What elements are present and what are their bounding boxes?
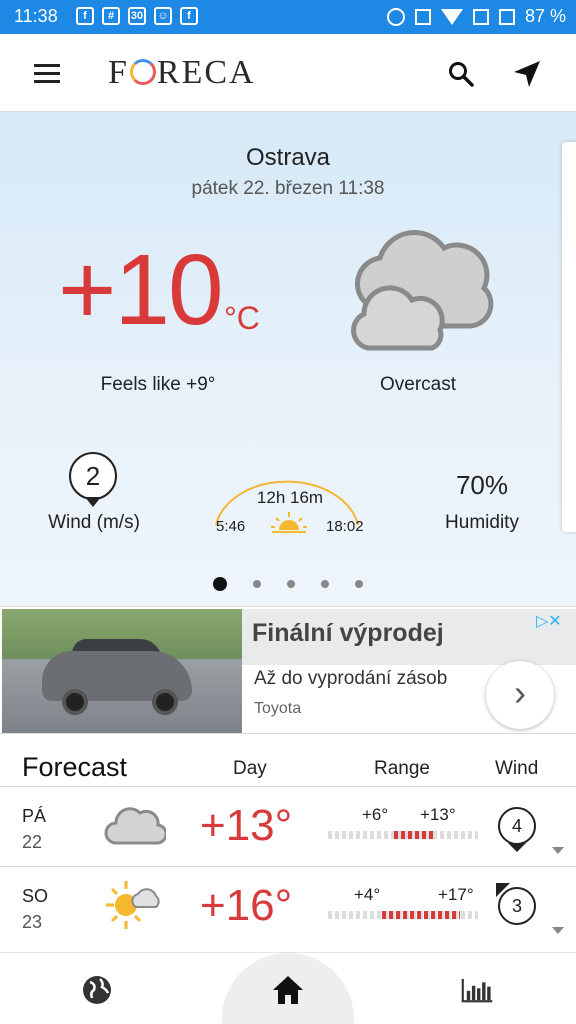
forecast-row[interactable]: PÁ 22 +13° +6° +13° 4 — [0, 786, 576, 866]
adchoices-icon[interactable]: ▷✕ — [536, 611, 562, 631]
range-fill — [382, 911, 460, 919]
nfc-icon — [414, 8, 431, 25]
notification-icons: f # 30 ☺ f — [76, 7, 198, 25]
forecast-title: Forecast — [22, 752, 128, 782]
app-bar: F RECA — [0, 34, 576, 112]
page-dot[interactable] — [321, 580, 329, 588]
overcast-icon — [351, 230, 494, 351]
app-notification-icon: ☺ — [154, 7, 172, 25]
forecast-date: PÁ 22 — [22, 803, 46, 855]
bottom-navigation — [0, 952, 576, 1024]
forecast-low: +6° — [362, 805, 389, 824]
column-day: Day — [233, 758, 267, 779]
ad-brand: Toyota — [254, 700, 302, 717]
current-weather-panel[interactable]: Ostrava pátek 22. březen 11:38 +10 °C Fe… — [0, 112, 576, 606]
slack-icon: # — [102, 7, 120, 25]
next-card-peek[interactable] — [562, 142, 576, 532]
foreca-logo: F RECA — [108, 54, 256, 91]
weekday: PÁ — [22, 806, 47, 826]
temperature-unit: °C — [224, 300, 260, 336]
forecast-temp: +13° — [200, 801, 293, 850]
feels-like: Feels like +9° — [100, 374, 216, 395]
column-wind: Wind — [495, 758, 539, 779]
sunrise-time: 5:46 — [216, 518, 246, 535]
partly-sunny-icon — [106, 881, 160, 929]
wind-label: Wind (m/s) — [48, 512, 140, 533]
expand-chevron-icon[interactable] — [552, 847, 564, 854]
alarm-icon — [386, 7, 405, 26]
wifi-icon — [440, 8, 463, 25]
page-dot-active[interactable] — [213, 577, 227, 591]
signal-icon — [472, 8, 489, 25]
humidity-label: Humidity — [445, 512, 519, 533]
wind-direction-icon — [85, 497, 101, 507]
humidity-value: 70% — [455, 470, 509, 500]
ad-description: Až do vyprodání zásob — [254, 668, 448, 689]
range-fill — [394, 831, 436, 839]
forecast-temp: +16° — [200, 881, 293, 930]
forecast-high: +17° — [438, 885, 474, 904]
page-indicator[interactable] — [0, 577, 576, 591]
day-number: 23 — [22, 912, 43, 932]
temperature-range-bar — [328, 831, 478, 839]
day-number: 22 — [22, 832, 43, 852]
system-icons: 87 % — [386, 6, 566, 27]
status-time: 11:38 — [14, 6, 58, 26]
globe-icon[interactable] — [80, 973, 114, 1007]
weekday: SO — [22, 886, 49, 906]
bar-chart-icon[interactable] — [460, 973, 494, 1007]
sunrise-icon — [271, 512, 307, 533]
expand-chevron-icon[interactable] — [552, 927, 564, 934]
battery-level: 87 % — [524, 6, 566, 26]
home-icon[interactable] — [271, 973, 305, 1007]
menu-icon[interactable] — [34, 64, 60, 84]
current-temperature: +10 — [58, 234, 224, 346]
facebook-icon: f — [180, 7, 198, 25]
city-name: Ostrava — [245, 144, 331, 171]
ad-car-image[interactable] — [2, 609, 242, 733]
wind-direction-icon — [508, 843, 526, 852]
sunset-time: 18:02 — [326, 518, 364, 535]
forecast-wind: 4 — [498, 807, 536, 845]
page-dot[interactable] — [355, 580, 363, 588]
current-datetime: pátek 22. březen 11:38 — [191, 178, 385, 199]
temperature-range-bar — [328, 911, 478, 919]
wind-speed-badge: 2 — [69, 452, 117, 500]
page-dot[interactable] — [287, 580, 295, 588]
cloud-icon — [104, 807, 166, 845]
ad-title[interactable]: Finální výprodej — [252, 619, 444, 648]
ad-next-button[interactable]: › — [486, 661, 554, 729]
location-arrow-icon[interactable] — [512, 59, 542, 89]
forecast-header: Forecast Day Range Wind — [0, 748, 576, 786]
day-length: 12h 16m — [256, 488, 324, 507]
signal-icon — [498, 8, 515, 25]
weather-condition: Overcast — [379, 374, 457, 395]
page-dot[interactable] — [253, 580, 261, 588]
facebook-icon: f — [76, 7, 94, 25]
status-bar: 11:38 f # 30 ☺ f 87 % — [0, 0, 576, 34]
forecast-row[interactable]: SO 23 +16° +4° +17° 3 — [0, 866, 576, 946]
search-icon[interactable] — [448, 61, 474, 87]
calendar-icon: 30 — [128, 7, 146, 25]
forecast-wind: 3 — [498, 887, 536, 925]
forecast-date: SO 23 — [22, 883, 48, 935]
forecast-low: +4° — [354, 885, 381, 904]
forecast-high: +13° — [420, 805, 456, 824]
column-range: Range — [374, 758, 430, 779]
